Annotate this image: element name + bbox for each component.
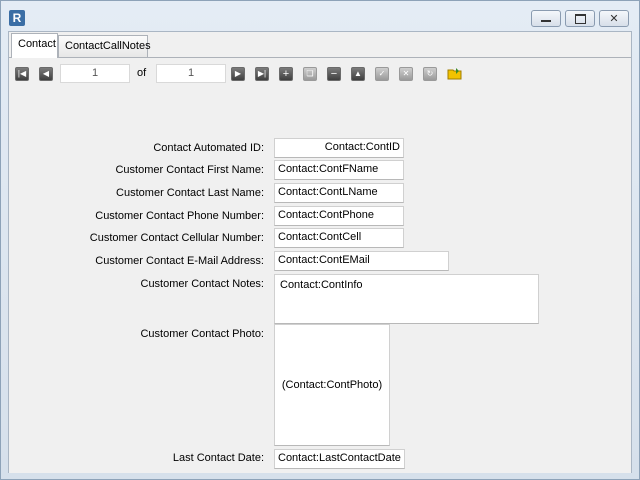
- first-record-button[interactable]: |◀: [15, 67, 29, 81]
- app-icon[interactable]: R: [9, 10, 25, 26]
- copy-icon: ❏: [306, 69, 314, 78]
- copy-record-button[interactable]: ❏: [303, 67, 317, 81]
- photo-label-box: Customer Contact Photo:: [9, 327, 264, 341]
- last-contact-label: Last Contact Date:: [172, 452, 264, 464]
- current-record-input[interactable]: 1: [60, 64, 130, 83]
- photo-field[interactable]: (Contact:ContPhoto): [274, 324, 390, 446]
- maximize-icon: [566, 11, 594, 26]
- photo-placeholder: (Contact:ContPhoto): [281, 378, 383, 391]
- contact-id-label-box: Contact Automated ID:: [9, 141, 264, 155]
- phone-label: Customer Contact Phone Number:: [95, 210, 264, 222]
- email-label: Customer Contact E-Mail Address:: [95, 255, 264, 267]
- cell-field[interactable]: Contact:ContCell: [274, 228, 404, 248]
- phone-field[interactable]: Contact:ContPhone: [274, 206, 404, 226]
- title-bar[interactable]: R ✕: [1, 1, 639, 31]
- cross-icon: ✕: [402, 69, 410, 78]
- edit-record-button[interactable]: ▲: [351, 67, 365, 81]
- last-name-label: Customer Contact Last Name:: [116, 187, 264, 199]
- app-window: R ✕ Contact ContactCallNotes |◀ ◀ 1 of 1…: [0, 0, 640, 480]
- close-button[interactable]: ✕: [599, 10, 629, 27]
- open-folder-icon[interactable]: [447, 67, 463, 81]
- cell-label-box: Customer Contact Cellular Number:: [9, 231, 264, 245]
- first-name-label: Customer Contact First Name:: [115, 164, 264, 176]
- record-navigator: |◀ ◀ 1 of 1 ▶ ▶| + ❏ − ▲ ✓ ✕ ↻: [9, 63, 631, 85]
- notes-label-box: Customer Contact Notes:: [9, 277, 265, 291]
- first-name-label-box: Customer Contact First Name:: [9, 163, 264, 177]
- cell-label: Customer Contact Cellular Number:: [89, 232, 264, 244]
- delete-record-button[interactable]: −: [327, 67, 341, 81]
- tab-contact[interactable]: Contact: [11, 33, 58, 58]
- last-record-icon: ▶|: [257, 69, 267, 78]
- last-name-field[interactable]: Contact:ContLName: [274, 183, 404, 203]
- first-name-field[interactable]: Contact:ContFName: [274, 160, 404, 180]
- cancel-edit-button[interactable]: ✕: [399, 67, 413, 81]
- plus-icon: +: [282, 68, 290, 80]
- first-record-icon: |◀: [17, 69, 27, 78]
- checkmark-icon: ✓: [378, 69, 386, 78]
- client-area: Contact ContactCallNotes |◀ ◀ 1 of 1 ▶ ▶…: [8, 31, 632, 473]
- minus-icon: −: [330, 68, 338, 80]
- email-field[interactable]: Contact:ContEMail: [274, 251, 449, 271]
- of-label: of: [137, 67, 147, 79]
- next-record-icon: ▶: [234, 69, 242, 78]
- add-record-button[interactable]: +: [279, 67, 293, 81]
- previous-record-icon: ◀: [42, 69, 50, 78]
- close-icon: ✕: [609, 13, 619, 25]
- tab-contact-call-notes[interactable]: ContactCallNotes: [58, 35, 151, 57]
- refresh-icon: ↻: [426, 69, 434, 78]
- last-name-label-box: Customer Contact Last Name:: [9, 186, 264, 200]
- minimize-button[interactable]: [531, 10, 561, 27]
- last-contact-label-box: Last Contact Date:: [9, 451, 264, 465]
- edit-up-icon: ▲: [354, 69, 362, 78]
- tab-page-contact: |◀ ◀ 1 of 1 ▶ ▶| + ❏ − ▲ ✓ ✕ ↻ Contact A…: [9, 57, 631, 473]
- total-records-display: 1: [156, 64, 226, 83]
- next-record-button[interactable]: ▶: [231, 67, 245, 81]
- maximize-button[interactable]: [565, 10, 595, 27]
- contact-id-field[interactable]: Contact:ContID: [274, 138, 404, 158]
- post-record-button[interactable]: ✓: [375, 67, 389, 81]
- contact-id-label: Contact Automated ID:: [153, 142, 264, 154]
- notes-field[interactable]: Contact:ContInfo: [274, 274, 539, 324]
- refresh-button[interactable]: ↻: [423, 67, 437, 81]
- previous-record-button[interactable]: ◀: [39, 67, 53, 81]
- last-contact-field[interactable]: Contact:LastContactDate: [274, 449, 405, 469]
- last-record-button[interactable]: ▶|: [255, 67, 269, 81]
- notes-label: Customer Contact Notes:: [140, 278, 265, 290]
- minimize-icon: [532, 11, 560, 26]
- phone-label-box: Customer Contact Phone Number:: [9, 209, 264, 223]
- photo-label: Customer Contact Photo:: [140, 328, 264, 340]
- email-label-box: Customer Contact E-Mail Address:: [9, 254, 264, 268]
